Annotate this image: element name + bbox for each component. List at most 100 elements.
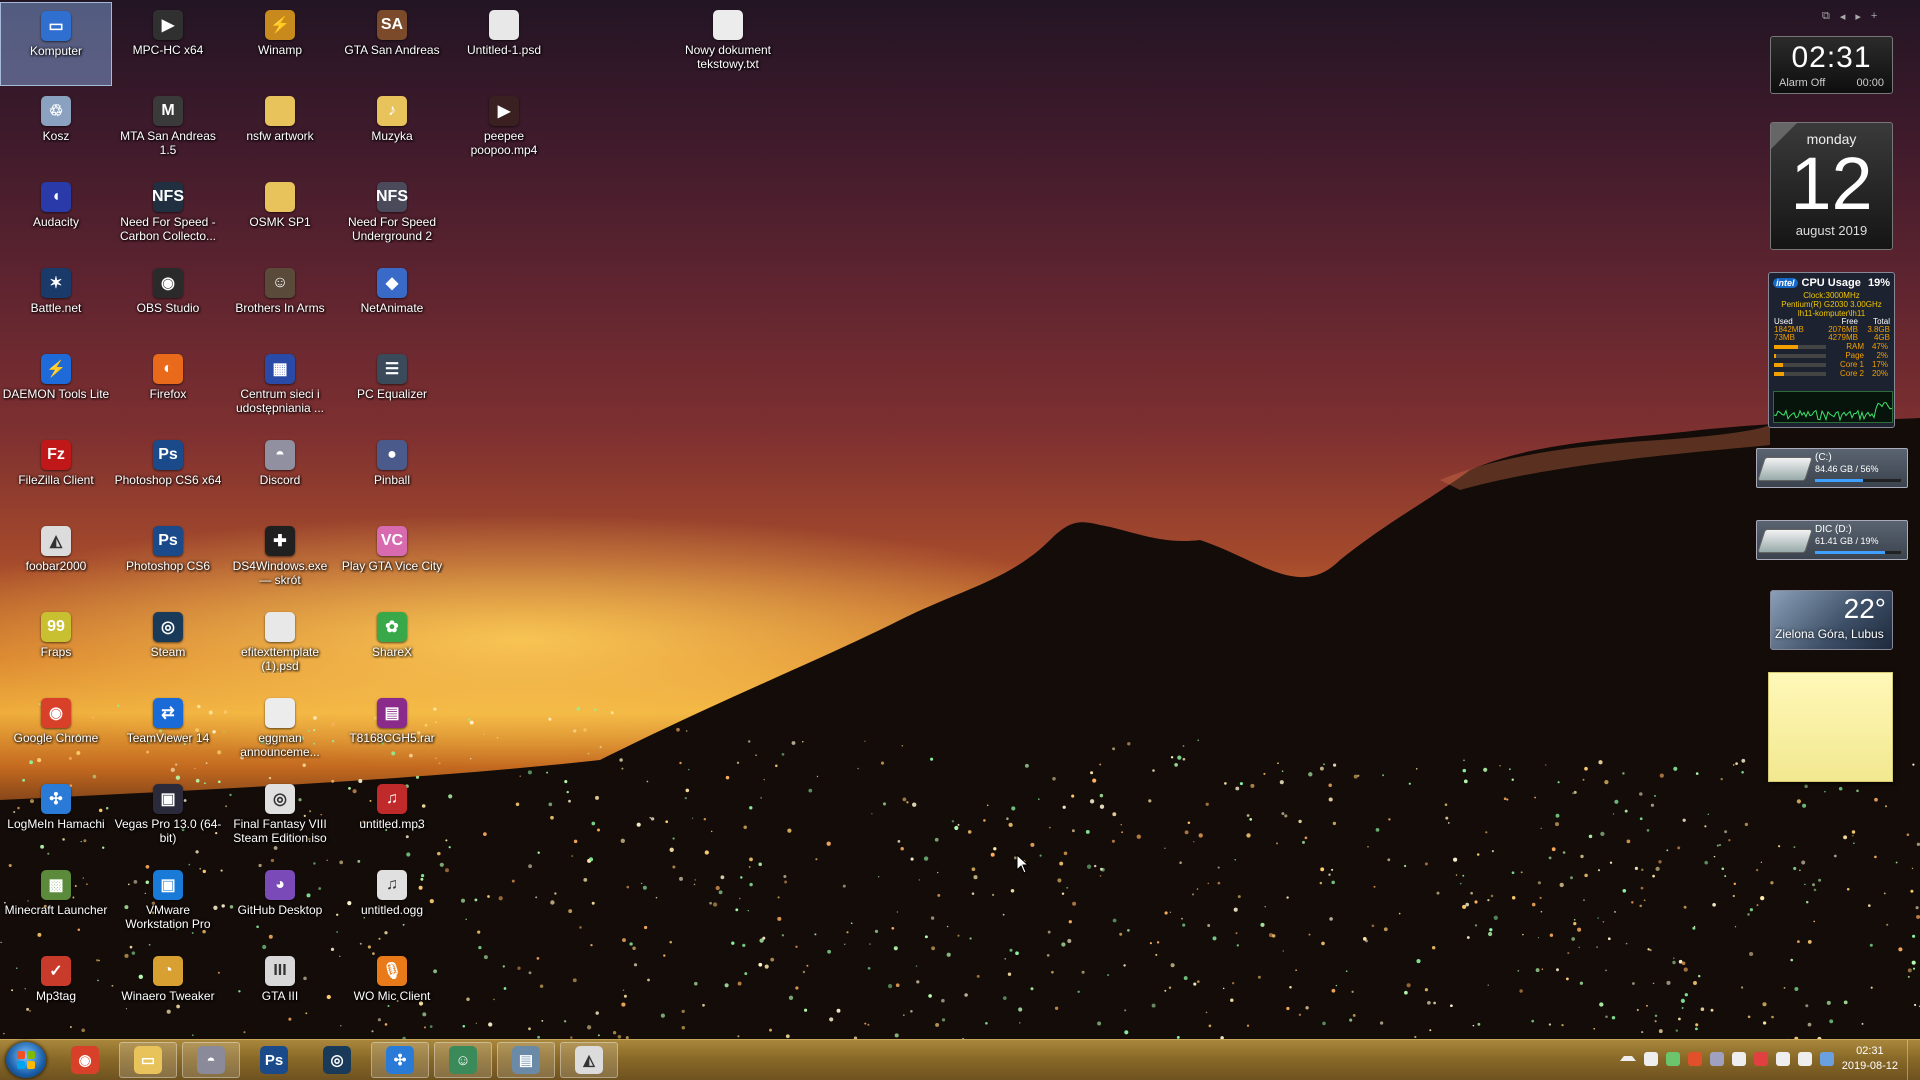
desktop-icon[interactable]: Fz FileZilla Client	[0, 432, 112, 516]
city-light	[1697, 974, 1701, 978]
desktop-icon-label: MTA San Andreas 1.5	[120, 129, 216, 157]
city-light	[864, 1022, 867, 1025]
desktop-icon[interactable]: ✿ ShareX	[336, 604, 448, 688]
taskbar-hamachi-button[interactable]: ✣	[371, 1042, 429, 1078]
city-light	[1051, 970, 1054, 974]
cpu-meter-gadget[interactable]: intel CPU Usage 19% Clock:3000MHz Pentiu…	[1768, 272, 1895, 428]
sticky-note-gadget[interactable]	[1768, 672, 1893, 782]
desktop-icon[interactable]: eggman announceme...	[224, 690, 336, 774]
taskbar-users-button[interactable]: ☺	[434, 1042, 492, 1078]
volume-muted-icon[interactable]	[1754, 1052, 1768, 1066]
desktop-icon[interactable]: ▤ T8168CGH5.rar	[336, 690, 448, 774]
desktop-icon[interactable]: ◉ Google Chrome	[0, 690, 112, 774]
taskbar-gadgets-button[interactable]: ▤	[497, 1042, 555, 1078]
desktop-icon[interactable]: NFS Need For Speed Underground 2	[336, 174, 448, 258]
drive-c-gadget[interactable]: (C:) 84.46 GB / 56%	[1756, 448, 1908, 488]
previous-icon[interactable]: ◂	[1840, 10, 1846, 23]
desktop-icon[interactable]: ◎ Steam	[112, 604, 224, 688]
desktop-icon[interactable]: ☰ PC Equalizer	[336, 346, 448, 430]
desktop-icon[interactable]: ◐ Firefox	[112, 346, 224, 430]
desktop-icon[interactable]: ◉ OBS Studio	[112, 260, 224, 344]
desktop-icon[interactable]: Untitled-1.psd	[448, 2, 560, 86]
discord-icon[interactable]	[1710, 1052, 1724, 1066]
desktop-icon[interactable]: ◕ GitHub Desktop	[224, 862, 336, 946]
desktop-icon[interactable]: ▣ Vegas Pro 13.0 (64-bit)	[112, 776, 224, 860]
desktop-icon[interactable]: OSMK SP1	[224, 174, 336, 258]
city-light	[1004, 958, 1006, 960]
taskbar-discord-button[interactable]: ◓	[182, 1042, 240, 1078]
usage-bars: RAM 47% Page 2% Core 1 17% Core 2 20%	[1769, 342, 1894, 378]
taskbar-photoshop-button[interactable]: Ps	[245, 1042, 303, 1078]
taskbar-steam-button[interactable]: ◎	[308, 1042, 366, 1078]
desktop-icon[interactable]: ✣ LogMeIn Hamachi	[0, 776, 112, 860]
chrome-icon[interactable]	[1688, 1052, 1702, 1066]
system-clock[interactable]: 02:31 2019-08-12	[1842, 1044, 1898, 1074]
start-button[interactable]	[6, 1042, 46, 1078]
speaker-icon[interactable]	[1798, 1052, 1812, 1066]
taskbar-foobar-button[interactable]: ◭	[560, 1042, 618, 1078]
desktop-icon[interactable]: Ps Photoshop CS6	[112, 518, 224, 602]
desktop-icon[interactable]: ● Pinball	[336, 432, 448, 516]
desktop-icon[interactable]: ♪ Muzyka	[336, 88, 448, 172]
desktop-icon[interactable]: ◭ foobar2000	[0, 518, 112, 602]
desktop-icon[interactable]: ▦ Centrum sieci i udostępniania ...	[224, 346, 336, 430]
city-light	[946, 952, 951, 957]
desktop-icon[interactable]: ▩ Minecraft Launcher	[0, 862, 112, 946]
desktop-icon[interactable]: 99 Fraps	[0, 604, 112, 688]
weather-gadget[interactable]: 22° Zielona Góra, Lubus	[1770, 590, 1893, 650]
city-light	[548, 802, 553, 807]
desktop-icon[interactable]: VC Play GTA Vice City	[336, 518, 448, 602]
city-light	[1812, 883, 1815, 887]
desktop-icon[interactable]: ◖ Audacity	[0, 174, 112, 258]
desktop-icon[interactable]: efitexttemplate (1).psd	[224, 604, 336, 688]
calendar-gadget[interactable]: monday 12 august 2019	[1770, 122, 1893, 250]
desktop-icon[interactable]: ◔ Winaero Tweaker	[112, 948, 224, 1032]
desktop-icon[interactable]: ☺ Brothers In Arms	[224, 260, 336, 344]
desktop-icon[interactable]: III GTA III	[224, 948, 336, 1032]
desktop-icon[interactable]: ▭ Komputer	[0, 2, 112, 86]
city-light	[1846, 887, 1850, 891]
desktop-icon[interactable]: 🎙 WO Mic Client	[336, 948, 448, 1032]
person-icon[interactable]	[1666, 1052, 1680, 1066]
taskbar-explorer-button[interactable]: ▭	[119, 1042, 177, 1078]
desktop-icon[interactable]: ♫ untitled.ogg	[336, 862, 448, 946]
city-light	[1239, 782, 1243, 786]
desktop-icon[interactable]: ▣ VMware Workstation Pro	[112, 862, 224, 946]
desktop-icon[interactable]: ⚡ Winamp	[224, 2, 336, 86]
taskbar-chrome-button[interactable]: ◉	[56, 1042, 114, 1078]
clock-gadget[interactable]: 02:31 Alarm Off 00:00	[1770, 36, 1893, 94]
city-light	[1582, 778, 1585, 781]
desktop-icon[interactable]: ▶ MPC-HC x64	[112, 2, 224, 86]
desktop-icon[interactable]: nsfw artwork	[224, 88, 336, 172]
desktop-icon[interactable]: Nowy dokument tekstowy.txt	[672, 2, 784, 86]
desktop-icon[interactable]: ◆ NetAnimate	[336, 260, 448, 344]
desktop-icon[interactable]: ♲ Kosz	[0, 88, 112, 172]
desktop-icon[interactable]: Ps Photoshop CS6 x64	[112, 432, 224, 516]
drive-d-gadget[interactable]: DIC (D:) 61.41 GB / 19%	[1756, 520, 1908, 560]
city-light	[976, 974, 980, 978]
desktop-icon[interactable]: ♫ untitled.mp3	[336, 776, 448, 860]
desktop-icon[interactable]: ▶ peepee poopoo.mp4	[448, 88, 560, 172]
desktop-icon[interactable]: M MTA San Andreas 1.5	[112, 88, 224, 172]
desktop-icon[interactable]: ⇄ TeamViewer 14	[112, 690, 224, 774]
add-gadget-icon[interactable]: +	[1871, 10, 1877, 23]
show-hidden-icon[interactable]	[1620, 1056, 1636, 1061]
keyboard-icon[interactable]	[1820, 1052, 1834, 1066]
gadget-toggle-icon[interactable]: ⧉	[1822, 10, 1830, 23]
action-center-icon[interactable]	[1776, 1052, 1790, 1066]
city-light	[1647, 948, 1650, 951]
show-desktop-button[interactable]	[1907, 1040, 1920, 1080]
network-grid-icon[interactable]	[1644, 1052, 1658, 1066]
city-light	[619, 758, 623, 762]
desktop-icon[interactable]: ⚡ DAEMON Tools Lite	[0, 346, 112, 430]
desktop-icon[interactable]: ✶ Battle.net	[0, 260, 112, 344]
desktop-icon[interactable]: SA GTA San Andreas	[336, 2, 448, 86]
desktop-icon[interactable]: ◓ Discord	[224, 432, 336, 516]
city-light	[1054, 1006, 1059, 1010]
desktop-icon[interactable]: ◎ Final Fantasy VIII Steam Edition.iso	[224, 776, 336, 860]
desktop-icon[interactable]: ✓ Mp3tag	[0, 948, 112, 1032]
desktop-icon[interactable]: NFS Need For Speed - Carbon Collecto...	[112, 174, 224, 258]
desktop-icon[interactable]: ✚ DS4Windows.exe — skrót	[224, 518, 336, 602]
next-icon[interactable]: ▸	[1855, 10, 1861, 23]
gamepad-icon[interactable]	[1732, 1052, 1746, 1066]
